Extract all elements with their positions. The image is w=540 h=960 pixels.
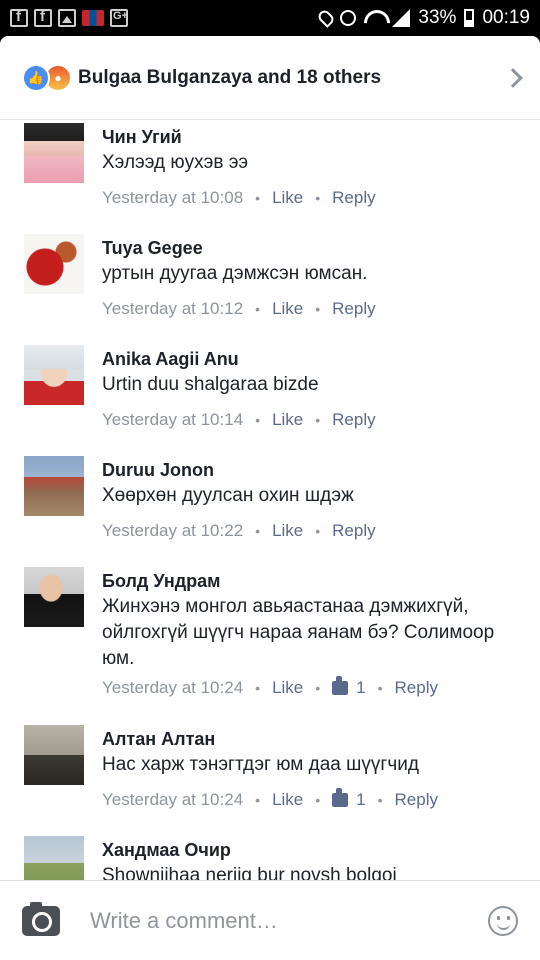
avatar[interactable] <box>24 234 84 294</box>
avatar[interactable] <box>24 567 84 627</box>
status-bar: 33% 00:19 <box>0 0 540 36</box>
separator: • <box>255 190 261 206</box>
comment-time[interactable]: Yesterday at 10:24 <box>102 790 243 810</box>
system-status: 33% 00:19 <box>316 7 530 29</box>
separator: • <box>255 523 261 539</box>
flag-icon <box>82 10 104 26</box>
separator: • <box>315 523 321 539</box>
image-notification-icon <box>58 9 76 27</box>
like-count-value: 1 <box>356 678 366 697</box>
comment-list: Чин Угий Хэлээд юухэв ээ Yesterday at 10… <box>0 121 540 914</box>
comment-text: Жинхэнэ монгол авьяастанаа дэмжихгүй, ой… <box>102 596 495 669</box>
comment-meta: Yesterday at 10:14 • Like • Reply <box>102 410 376 430</box>
like-link[interactable]: Like <box>272 299 303 319</box>
avatar[interactable] <box>24 725 84 785</box>
separator: • <box>377 680 383 696</box>
separator: • <box>255 680 261 696</box>
reply-link[interactable]: Reply <box>332 299 375 319</box>
comment-item: Алтан Алтан Нас харж тэнэгтдэг юм даа шү… <box>0 723 540 834</box>
comment-author[interactable]: Чин Угий <box>102 126 376 148</box>
comment-author[interactable]: Болд Ундрам <box>102 570 502 592</box>
comment-meta: Yesterday at 10:24 • Like • 1 • Reply <box>102 788 438 810</box>
separator: • <box>255 792 261 808</box>
comment-input[interactable] <box>90 907 488 934</box>
like-link[interactable]: Like <box>272 521 303 541</box>
comment-author[interactable]: Хандмаа Очир <box>102 839 397 861</box>
comment-item: Чин Угий Хэлээд юухэв ээ Yesterday at 10… <box>0 121 540 232</box>
separator: • <box>315 680 321 696</box>
camera-icon[interactable] <box>22 901 60 936</box>
thumbs-up-icon <box>332 676 349 695</box>
avatar[interactable] <box>24 123 84 183</box>
separator: • <box>315 301 321 317</box>
google-plus-icon <box>110 9 128 27</box>
like-count-value: 1 <box>356 790 366 809</box>
like-count[interactable]: 1 <box>332 788 366 810</box>
comment-item: Duruu Jonon Хөөрхөн дуулсан охин шдэж Ye… <box>0 454 540 565</box>
avatar[interactable] <box>24 345 84 405</box>
like-link[interactable]: Like <box>272 188 303 208</box>
comment-time[interactable]: Yesterday at 10:24 <box>102 678 243 698</box>
comment-item: Болд Ундрам Жинхэнэ монгол авьяастанаа д… <box>0 565 540 723</box>
comment-author[interactable]: Алтан Алтан <box>102 728 438 750</box>
like-count[interactable]: 1 <box>332 676 366 698</box>
comments-sheet: 👍 ● Bulgaa Bulganzaya and 18 others Чин … <box>0 36 540 960</box>
comment-time[interactable]: Yesterday at 10:14 <box>102 410 243 430</box>
emoji-icon[interactable] <box>488 905 518 936</box>
comment-meta: Yesterday at 10:22 • Like • Reply <box>102 521 376 541</box>
comment-time[interactable]: Yesterday at 10:22 <box>102 521 243 541</box>
comment-time[interactable]: Yesterday at 10:08 <box>102 188 243 208</box>
separator: • <box>255 301 261 317</box>
battery-percent: 33% <box>418 7 457 28</box>
comment-time[interactable]: Yesterday at 10:12 <box>102 299 243 319</box>
comment-author[interactable]: Anika Aagii Anu <box>102 348 376 370</box>
comment-item: Tuya Gegee уртын дуугаа дэмжсэн юмсан. Y… <box>0 232 540 343</box>
comment-meta: Yesterday at 10:08 • Like • Reply <box>102 188 376 208</box>
location-icon <box>316 8 337 28</box>
reactions-header[interactable]: 👍 ● Bulgaa Bulganzaya and 18 others <box>0 36 540 120</box>
like-link[interactable]: Like <box>272 410 303 430</box>
comment-author[interactable]: Duruu Jonon <box>102 459 376 481</box>
alarm-icon <box>340 10 357 26</box>
reply-link[interactable]: Reply <box>395 790 438 810</box>
separator: • <box>315 190 321 206</box>
notification-icons <box>10 8 128 27</box>
comment-text: уртын дуугаа дэмжсэн юмсан. <box>102 263 368 284</box>
reply-link[interactable]: Reply <box>332 188 375 208</box>
reply-link[interactable]: Reply <box>395 678 438 698</box>
battery-icon <box>464 9 475 27</box>
like-reaction-icon: 👍 <box>22 63 50 92</box>
separator: • <box>315 412 321 428</box>
comment-composer <box>0 880 540 960</box>
like-link[interactable]: Like <box>272 678 303 698</box>
facebook-notification-icon <box>10 8 28 27</box>
separator: • <box>377 792 383 808</box>
comment-text: Нас харж тэнэгтдэг юм даа шүүгчид <box>102 754 419 775</box>
comment-meta: Yesterday at 10:12 • Like • Reply <box>102 299 376 319</box>
reactors-summary[interactable]: Bulgaa Bulganzaya and 18 others <box>78 67 381 89</box>
comment-text: Urtin duu shalgaraa bizde <box>102 374 319 395</box>
wifi-icon <box>364 10 384 26</box>
comment-text: Хөөрхөн дуулсан охин шдэж <box>102 485 354 506</box>
avatar[interactable] <box>24 456 84 516</box>
chevron-right-icon[interactable] <box>503 67 523 88</box>
reply-link[interactable]: Reply <box>332 410 375 430</box>
reaction-icons: 👍 ● <box>22 63 74 92</box>
thumbs-up-icon <box>332 788 349 807</box>
separator: • <box>315 792 321 808</box>
separator: • <box>255 412 261 428</box>
comment-text: Хэлээд юухэв ээ <box>102 152 249 173</box>
comment-meta: Yesterday at 10:24 • Like • 1 • Reply <box>102 676 502 698</box>
comment-author[interactable]: Tuya Gegee <box>102 237 376 259</box>
signal-icon <box>392 9 411 27</box>
facebook-notification-icon <box>34 8 52 27</box>
clock: 00:19 <box>482 7 530 28</box>
reply-link[interactable]: Reply <box>332 521 375 541</box>
comment-item: Anika Aagii Anu Urtin duu shalgaraa bizd… <box>0 343 540 454</box>
like-link[interactable]: Like <box>272 790 303 810</box>
